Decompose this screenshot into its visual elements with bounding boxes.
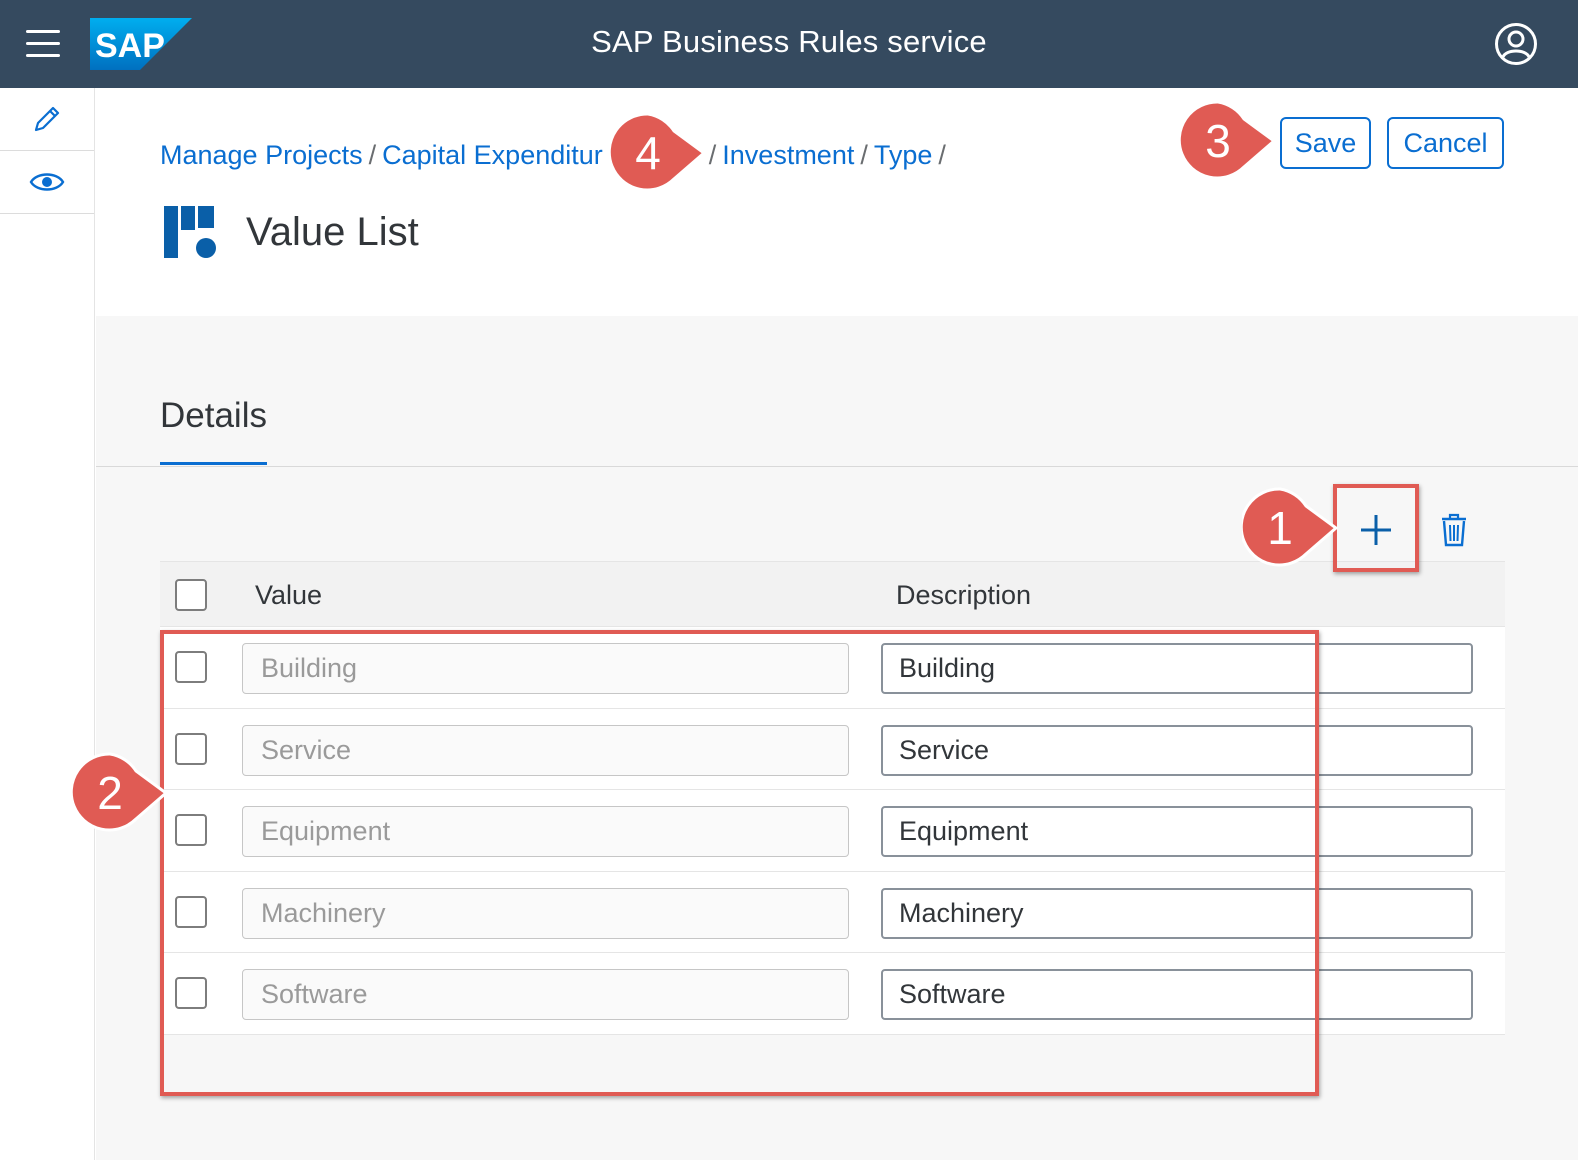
breadcrumb-separator: / xyxy=(938,140,946,170)
column-header-description: Description xyxy=(896,580,1032,610)
column-header-value: Value xyxy=(255,580,323,610)
callout-number: 2 xyxy=(97,767,123,819)
pencil-icon xyxy=(34,106,60,132)
object-header: Manage Projects / Capital Expenditur / Inves… xyxy=(96,88,1578,316)
annotation-highlight-rows xyxy=(160,630,1319,1096)
callout-marker-3: 3 xyxy=(1180,98,1276,194)
callout-marker-2: 2 xyxy=(72,750,168,846)
breadcrumb-separator: / xyxy=(860,140,868,170)
tab-details[interactable]: Details xyxy=(160,396,267,436)
callout-number: 1 xyxy=(1267,502,1293,554)
breadcrumb-link-capital-expenditure[interactable]: Capital Expenditur xyxy=(382,140,603,170)
shell-bar: SAP SAP Business Rules service xyxy=(0,0,1578,88)
display-mode-button[interactable] xyxy=(0,151,94,214)
page-title: Value List xyxy=(246,210,419,254)
callout-number: 3 xyxy=(1205,115,1231,167)
value-list-icon xyxy=(164,206,216,258)
shell-title: SAP Business Rules service xyxy=(591,24,987,59)
edit-mode-button[interactable] xyxy=(0,88,94,151)
select-all-checkbox[interactable] xyxy=(175,579,207,611)
breadcrumb: Manage Projects / Capital Expenditur / Inves… xyxy=(160,140,952,171)
cancel-button[interactable]: Cancel xyxy=(1387,117,1504,169)
callout-number: 4 xyxy=(635,127,661,179)
tab-bar: Details xyxy=(96,316,1578,467)
breadcrumb-link-manage-projects[interactable]: Manage Projects xyxy=(160,140,363,170)
breadcrumb-separator: / xyxy=(368,140,377,170)
trash-icon[interactable] xyxy=(1439,512,1469,548)
eye-icon xyxy=(29,173,65,191)
callout-marker-1: 1 xyxy=(1242,485,1338,581)
breadcrumb-link-investment[interactable]: Investment xyxy=(722,140,854,170)
breadcrumb-separator: / xyxy=(708,140,717,170)
callout-marker-4: 4 xyxy=(610,110,706,206)
annotation-highlight-add xyxy=(1333,484,1419,572)
user-account-icon[interactable] xyxy=(1494,22,1538,66)
side-rail xyxy=(0,88,95,1160)
breadcrumb-link-type[interactable]: Type xyxy=(874,140,933,170)
tab-selection-indicator xyxy=(160,462,267,465)
save-button[interactable]: Save xyxy=(1280,117,1371,169)
